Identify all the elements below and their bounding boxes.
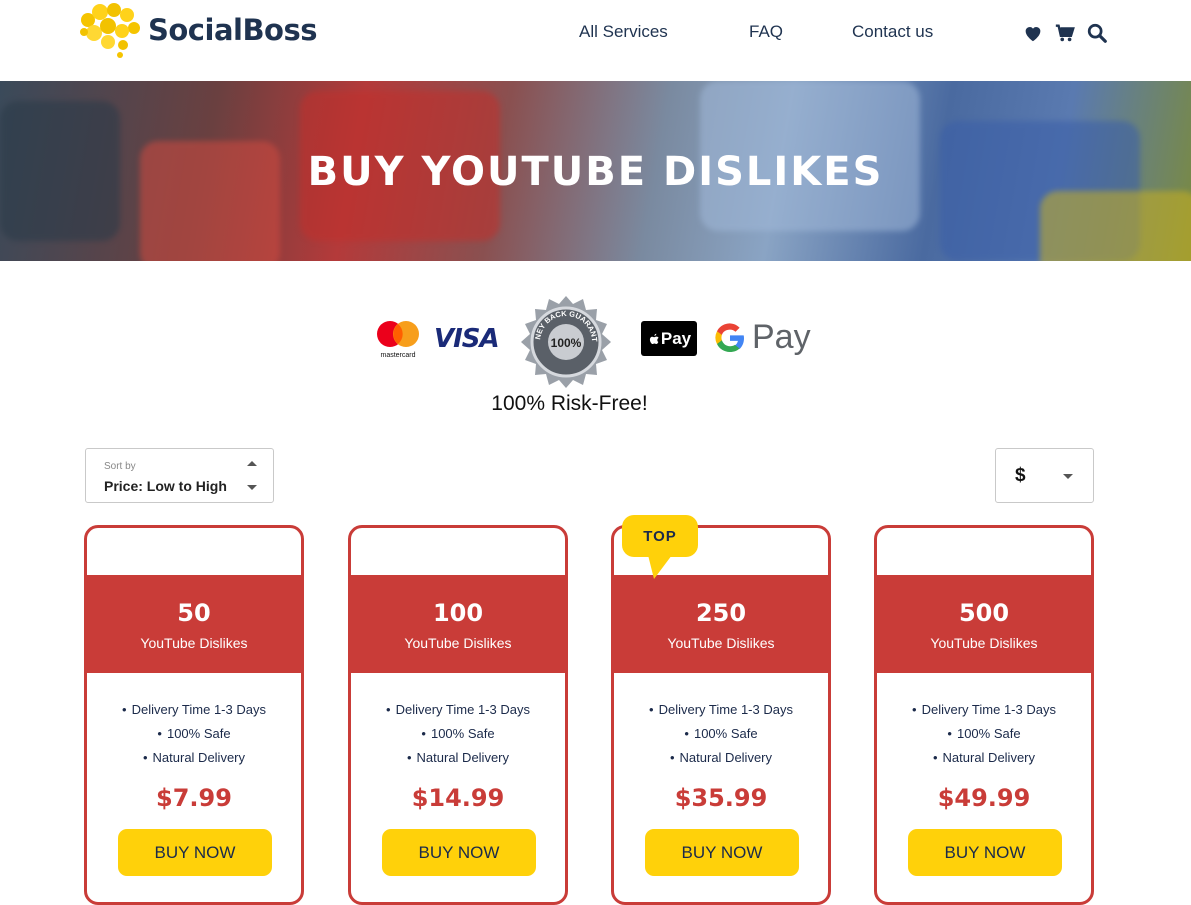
plan-unit: YouTube Dislikes [667,635,775,651]
plan-price: $49.99 [937,784,1031,812]
nav-contact-us[interactable]: Contact us [852,22,933,42]
feature-list: Delivery Time 1-3 Days 100% Safe Natural… [614,698,828,770]
card-header: 100 YouTube Dislikes [351,575,565,673]
feature-list: Delivery Time 1-3 Days 100% Safe Natural… [877,698,1091,770]
nav-all-services[interactable]: All Services [579,22,668,42]
buy-now-button[interactable]: BUY NOW [118,829,272,876]
buy-now-button[interactable]: BUY NOW [908,829,1062,876]
feature-item: Natural Delivery [877,746,1091,770]
cart-icon[interactable] [1054,22,1076,44]
pricing-card: 100 YouTube Dislikes Delivery Time 1-3 D… [348,525,568,905]
payment-badges: mastercard VISA 100% MONEY BACK GUARANTE… [0,289,1191,422]
seal-percent: 100% [551,336,582,350]
plan-price: $7.99 [156,784,232,812]
hero-bg-shape [1040,191,1191,261]
plan-price: $35.99 [674,784,768,812]
feature-item: Delivery Time 1-3 Days [614,698,828,722]
caret-down-icon [247,485,257,490]
header-icons [1022,22,1108,44]
search-icon[interactable] [1086,22,1108,44]
heart-icon[interactable] [1022,22,1044,44]
feature-item: 100% Safe [351,722,565,746]
pricing-card: 500 YouTube Dislikes Delivery Time 1-3 D… [874,525,1094,905]
feature-item: Natural Delivery [87,746,301,770]
sort-value: Price: Low to High [104,478,227,494]
chevron-down-icon [1063,474,1073,479]
feature-list: Delivery Time 1-3 Days 100% Safe Natural… [351,698,565,770]
plan-unit: YouTube Dislikes [404,635,512,651]
feature-item: Natural Delivery [351,746,565,770]
pricing-card: 250 YouTube Dislikes Delivery Time 1-3 D… [611,525,831,905]
caret-up-icon [247,461,257,466]
feature-item: Delivery Time 1-3 Days [351,698,565,722]
feature-item: Delivery Time 1-3 Days [87,698,301,722]
apple-icon [649,333,659,344]
pricing-card: 50 YouTube Dislikes Delivery Time 1-3 Da… [84,525,304,905]
apple-pay-logo: Pay [641,321,697,356]
site-header: SocialBoss All Services FAQ Contact us [0,0,1191,81]
card-header: 250 YouTube Dislikes [614,575,828,673]
plan-quantity: 100 [432,599,484,627]
card-header: 50 YouTube Dislikes [87,575,301,673]
page-title: BUY YOUTUBE DISLIKES [307,149,884,195]
nav-faq[interactable]: FAQ [749,22,783,42]
currency-value: $ [1015,465,1026,486]
google-pay-logo: Pay [714,318,811,357]
sort-label: Sort by [104,461,136,472]
mastercard-logo: mastercard [372,319,424,359]
feature-item: 100% Safe [614,722,828,746]
feature-list: Delivery Time 1-3 Days 100% Safe Natural… [87,698,301,770]
main-nav: All Services FAQ Contact us [0,22,1191,44]
buy-now-button[interactable]: BUY NOW [645,829,799,876]
plan-quantity: 250 [695,599,747,627]
google-pay-label: Pay [752,318,811,356]
google-g-icon [715,322,744,352]
plan-unit: YouTube Dislikes [140,635,248,651]
apple-pay-label: Pay [660,328,692,348]
hero-banner: BUY YOUTUBE DISLIKES [0,81,1191,261]
feature-item: Delivery Time 1-3 Days [877,698,1091,722]
feature-item: Natural Delivery [614,746,828,770]
top-badge-tail [648,555,672,579]
mastercard-label: mastercard [380,352,415,359]
buy-now-button[interactable]: BUY NOW [382,829,536,876]
sort-select[interactable]: Sort by Price: Low to High [85,448,274,503]
plan-price: $14.99 [411,784,505,812]
plan-quantity: 50 [177,599,211,627]
feature-item: 100% Safe [877,722,1091,746]
feature-item: 100% Safe [87,722,301,746]
card-header: 500 YouTube Dislikes [877,575,1091,673]
visa-logo: VISA [434,324,500,354]
plan-unit: YouTube Dislikes [930,635,1038,651]
money-back-guarantee-seal: 100% MONEY BACK GUARANTEE [517,289,612,388]
currency-select[interactable]: $ [995,448,1094,503]
risk-free-tagline: 100% Risk-Free! [491,392,648,415]
top-badge: TOP [622,515,698,557]
plan-quantity: 500 [958,599,1010,627]
